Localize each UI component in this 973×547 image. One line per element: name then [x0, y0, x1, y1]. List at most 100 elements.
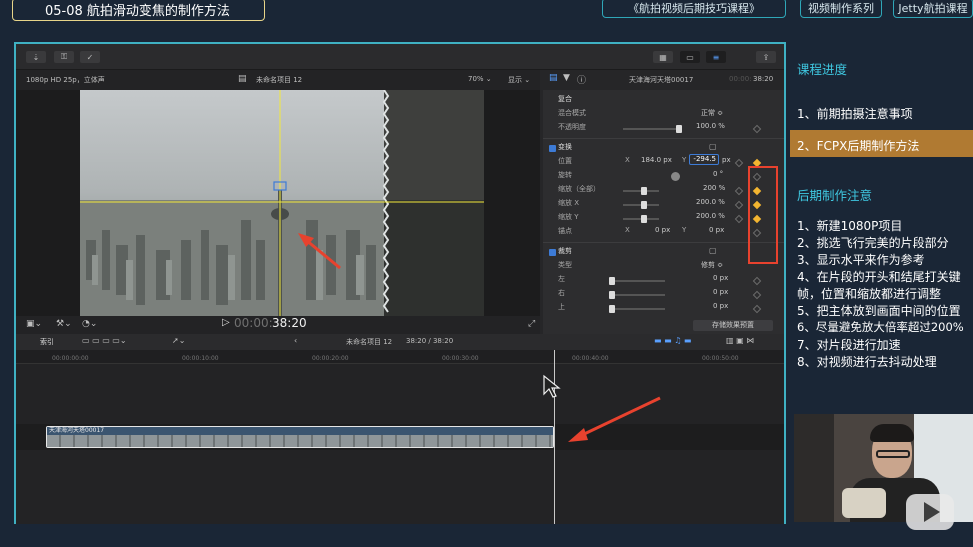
browser-toggle-button[interactable]: ▦ — [653, 51, 673, 63]
keyframe-button[interactable] — [734, 200, 744, 210]
save-effects-preset-button[interactable]: 存储效果预置 — [693, 320, 773, 331]
crop-left-slider[interactable] — [609, 277, 665, 285]
crop-top-row[interactable]: 上 0 px — [543, 302, 778, 316]
viewer-canvas[interactable] — [16, 90, 540, 316]
crop-type-value[interactable]: 修剪 ≎ — [701, 260, 723, 270]
anchor-y-value[interactable]: 0 px — [709, 226, 724, 234]
crop-left-row[interactable]: 左 0 px — [543, 274, 778, 288]
crop-top-label: 上 — [558, 303, 565, 311]
clip-thumbnails — [47, 435, 553, 447]
keyframe-button[interactable] — [734, 186, 744, 196]
info-icon[interactable]: ⓘ — [577, 73, 586, 86]
notes-heading: 后期制作注意 — [797, 188, 873, 203]
rotation-row[interactable]: 旋转 0 ° — [543, 170, 778, 184]
video-clip[interactable]: 天津海河天塔00017 — [46, 426, 554, 448]
scale-x-slider-knob[interactable] — [641, 201, 647, 209]
crop-right-row[interactable]: 右 0 px — [543, 288, 778, 302]
keyframe-button[interactable] — [752, 276, 762, 286]
scale-x-slider[interactable] — [623, 201, 659, 209]
share-button[interactable]: ⇪ — [756, 51, 776, 63]
opacity-slider-knob[interactable] — [676, 125, 682, 133]
scale-y-value[interactable]: 200.0 % — [696, 212, 725, 220]
crop-top-value[interactable]: 0 px — [713, 302, 728, 310]
timeline-toggle-button[interactable]: ▭ — [680, 51, 700, 63]
crop-type-row[interactable]: 类型 修剪 ≎ — [543, 260, 778, 274]
position-row[interactable]: 位置 X 184.0 px Y -294.5 px — [543, 154, 778, 170]
share-icon: ⇪ — [762, 52, 770, 62]
fcpx-window: ⇣ ⚿ ✓ ▦ ▭ ≡ ⇪ 1080p HD 25p，立体声 ▤ 未命名项目 1… — [14, 42, 786, 524]
fullscreen-icon[interactable]: ⤢ — [528, 319, 535, 329]
composite-section[interactable]: 复合 — [543, 94, 778, 108]
filter-icon[interactable]: ▼ — [563, 73, 570, 83]
keyframe-button[interactable] — [752, 124, 762, 134]
play-icon[interactable]: ▷ — [222, 317, 230, 328]
crop-onscreen-icon[interactable]: ▢ — [709, 246, 717, 255]
transform-onscreen-icon[interactable]: ▢ — [709, 142, 717, 151]
blend-mode-row[interactable]: 混合模式 正常 ≎ — [543, 108, 778, 122]
chevron-left-icon[interactable]: ‹ — [294, 336, 297, 345]
scale-y-slider[interactable] — [623, 215, 659, 223]
opacity-value[interactable]: 100.0 % — [696, 122, 725, 130]
zoom-select[interactable]: 70% ⌄ — [468, 75, 492, 83]
transform-section[interactable]: 变换 ▢ — [543, 142, 778, 156]
scale-all-row[interactable]: 缩放（全部） 200 % — [543, 184, 778, 198]
scale-x-value[interactable]: 200.0 % — [696, 198, 725, 206]
scale-all-slider-knob[interactable] — [641, 187, 647, 195]
position-x-label: X — [625, 156, 630, 164]
import-button[interactable]: ⇣ — [26, 51, 46, 63]
film-icon[interactable]: ▤ — [549, 73, 558, 83]
opacity-slider[interactable] — [623, 125, 682, 133]
scale-y-row[interactable]: 缩放 Y 200.0 % — [543, 212, 778, 226]
crop-right-value[interactable]: 0 px — [713, 288, 728, 296]
keyframe-button[interactable] — [734, 214, 744, 224]
crop-right-slider[interactable] — [609, 291, 665, 299]
keyframe-button[interactable] — [734, 158, 744, 168]
anchor-x-value[interactable]: 0 px — [655, 226, 670, 234]
position-x-value[interactable]: 184.0 px — [641, 156, 672, 164]
keyframe-button[interactable] — [752, 304, 762, 314]
anchor-row[interactable]: 锚点 X 0 px Y 0 px — [543, 226, 778, 240]
ruler-label: 00:00:20:00 — [312, 355, 349, 362]
position-y-field[interactable]: -294.5 — [689, 154, 719, 165]
transform-checkbox[interactable] — [549, 145, 556, 152]
crop-left-value[interactable]: 0 px — [713, 274, 728, 282]
crop-checkbox[interactable] — [549, 249, 556, 256]
transform-tools-button[interactable]: ⚒⌄ — [56, 319, 72, 329]
ruler-label: 00:00:00:00 — [52, 355, 89, 362]
crop-section[interactable]: 裁剪 ▢ — [543, 246, 778, 260]
index-button[interactable]: 索引 — [40, 337, 54, 347]
blend-mode-value[interactable]: 正常 ≎ — [701, 108, 723, 118]
display-menu[interactable]: 显示 ⌄ — [508, 75, 530, 85]
scale-all-value[interactable]: 200 % — [703, 184, 725, 192]
timeline-options-buttons[interactable]: ▥ ▣ ⋈ — [726, 336, 754, 345]
crop-top-slider-knob[interactable] — [609, 305, 615, 313]
edit-buttons[interactable]: ▭ ▭ ▭ ▭⌄ — [82, 336, 127, 345]
view-options-button[interactable]: ▣⌄ — [26, 319, 42, 329]
anchor-y-label: Y — [682, 226, 687, 234]
timeline-area[interactable]: 天津海河天塔00017 — [16, 350, 784, 524]
rotation-dial[interactable] — [671, 172, 680, 181]
crop-top-slider[interactable] — [609, 305, 665, 313]
scale-y-slider-knob[interactable] — [641, 215, 647, 223]
clip-appearance-buttons[interactable]: ▬ ▬ ♫ ▬ — [654, 336, 691, 345]
keyframe-button[interactable] — [752, 290, 762, 300]
crop-title: 裁剪 — [558, 247, 572, 255]
crop-right-slider-knob[interactable] — [609, 291, 615, 299]
opacity-row[interactable]: 不透明度 100.0 % — [543, 122, 778, 136]
anchor-label: 锚点 — [558, 227, 572, 235]
series-tag: 视频制作系列 — [808, 2, 874, 15]
bilibili-logo-icon — [906, 494, 954, 530]
timeline-ruler[interactable]: 00:00:00:00 00:00:10:00 00:00:20:00 00:0… — [16, 350, 784, 364]
speed-button[interactable]: ◔⌄ — [82, 319, 97, 329]
transform-title: 变换 — [558, 143, 572, 151]
inspector-toggle-button[interactable]: ≡ — [706, 51, 726, 63]
scale-x-row[interactable]: 缩放 X 200.0 % — [543, 198, 778, 212]
crop-left-slider-knob[interactable] — [609, 277, 615, 285]
keyword-button[interactable]: ⚿ — [54, 51, 74, 63]
background-tasks-button[interactable]: ✓ — [80, 51, 100, 63]
rotation-value[interactable]: 0 ° — [713, 170, 723, 178]
inspector-panel: ▤ ▼ ⓘ 天津海河天塔00017 00:00: 38:20 复合 混合模式 正… — [543, 70, 784, 334]
rotation-label: 旋转 — [558, 171, 572, 179]
select-arrow-icon[interactable]: ➚⌄ — [172, 336, 185, 345]
scale-all-slider[interactable] — [623, 187, 659, 195]
